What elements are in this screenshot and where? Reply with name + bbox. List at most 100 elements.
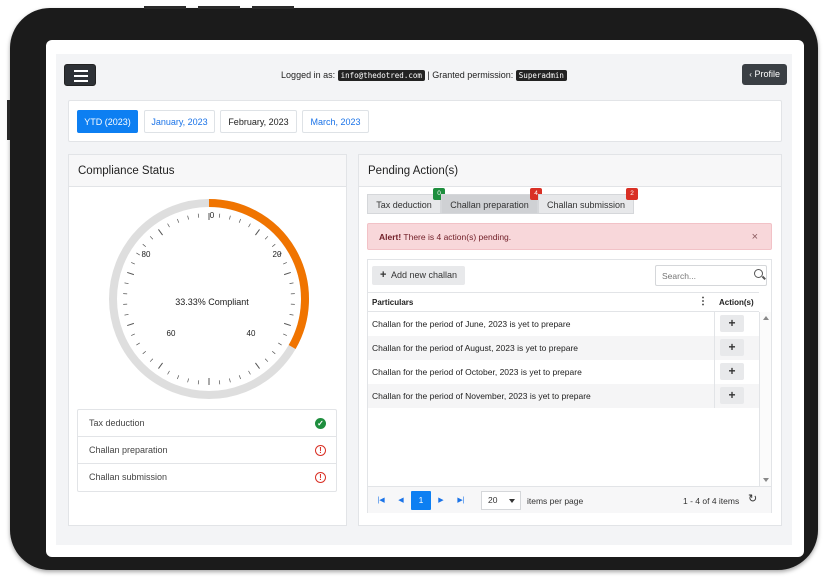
add-challan-button[interactable]: + Add new challan: [372, 266, 465, 285]
gauge-tick: [283, 333, 287, 336]
compliance-title: Compliance Status: [69, 155, 346, 187]
period-tab-january[interactable]: January, 2023: [144, 110, 215, 133]
table-row: Challan for the period of August, 2023 i…: [368, 336, 759, 360]
gauge-tick-label-60: 60: [167, 329, 176, 338]
tablet-frame: Logged in as: info@thedotred.com | Grant…: [7, 6, 818, 570]
gauge-tick: [136, 342, 140, 346]
gauge-tick-label-40: 40: [247, 329, 256, 338]
scroll-up-icon[interactable]: [763, 316, 769, 320]
refresh-icon[interactable]: ↻: [748, 493, 760, 505]
gauge-tick: [142, 243, 147, 248]
compliance-gauge: 80 0 20 40 60 33.33% Compliant: [109, 199, 309, 399]
gauge-tick: [264, 358, 269, 362]
status-item-challan-preparation: Challan preparation !: [78, 437, 336, 464]
close-icon[interactable]: ×: [752, 224, 758, 251]
status-item-tax-deduction: Tax deduction ✓: [78, 410, 336, 437]
gauge-tick: [248, 370, 251, 375]
login-info: Logged in as: info@thedotred.com | Grant…: [56, 70, 792, 81]
status-item-label: Challan preparation: [89, 445, 168, 455]
row-action-button[interactable]: +: [720, 339, 744, 356]
screen: Logged in as: info@thedotred.com | Grant…: [46, 40, 804, 557]
row-divider: [714, 384, 715, 408]
items-per-page-label: items per page: [527, 496, 584, 506]
items-range: 1 - 4 of 4 items: [683, 496, 740, 506]
page-number-button[interactable]: 1: [411, 491, 431, 510]
vertical-scrollbar[interactable]: [759, 312, 771, 486]
gauge-tick: [187, 378, 189, 383]
gauge-tick: [158, 362, 163, 369]
check-circle-icon: ✓: [315, 418, 326, 429]
caret-down-icon: [509, 499, 515, 503]
gauge-tick: [149, 358, 154, 362]
period-tab-february[interactable]: February, 2023: [220, 110, 297, 133]
pending-alert: Alert! There is 4 action(s) pending. ×: [367, 223, 772, 250]
column-header-particulars[interactable]: Particulars: [372, 298, 413, 307]
hardware-button-top-3: [252, 6, 294, 9]
row-action-button[interactable]: +: [720, 315, 744, 332]
status-item-label: Challan submission: [89, 472, 168, 482]
tab-tax-deduction[interactable]: Tax deduction 0: [367, 188, 445, 214]
gauge-tick: [264, 236, 269, 240]
row-divider: [714, 336, 715, 360]
previous-page-icon[interactable]: ◀: [391, 491, 411, 510]
gauge-tick: [177, 218, 180, 223]
gauge-tick: [238, 375, 241, 380]
row-particulars: Challan for the period of October, 2023 …: [372, 367, 582, 377]
info-circle-icon: !: [315, 445, 326, 456]
info-circle-icon: !: [315, 472, 326, 483]
gauge-tick-label-20: 20: [273, 250, 282, 259]
gauge-tick: [197, 213, 200, 218]
gauge-tick: [218, 380, 221, 385]
period-selector: YTD (2023) January, 2023 February, 2023 …: [68, 100, 782, 142]
gauge-tick: [255, 229, 260, 236]
table-row: Challan for the period of June, 2023 is …: [368, 312, 759, 336]
gauge-tick: [131, 333, 135, 336]
row-divider: [714, 312, 715, 336]
permission-value: Superadmin: [515, 70, 567, 81]
gauge-tick: [278, 342, 282, 346]
scroll-down-icon[interactable]: [763, 478, 769, 482]
column-menu-icon[interactable]: ⋮: [698, 296, 708, 307]
status-item-challan-submission: Challan submission !: [78, 464, 336, 491]
period-tab-ytd[interactable]: YTD (2023): [77, 110, 138, 133]
pending-actions-card: Pending Action(s) Tax deduction 0 Challa…: [358, 154, 782, 526]
profile-label: Profile: [754, 69, 780, 79]
logged-in-label: Logged in as:: [281, 70, 336, 80]
gauge-tick: [158, 229, 163, 236]
page-size-select[interactable]: 20: [481, 491, 521, 510]
row-particulars: Challan for the period of August, 2023 i…: [372, 343, 579, 353]
gauge-tick: [248, 223, 251, 228]
last-page-icon[interactable]: ▶|: [451, 491, 471, 510]
tab-label: Challan preparation: [450, 200, 529, 210]
next-page-icon[interactable]: ▶: [431, 491, 451, 510]
chevron-left-icon: ‹: [749, 70, 752, 79]
tab-label: Challan submission: [546, 200, 626, 210]
app-canvas: Logged in as: info@thedotred.com | Grant…: [56, 54, 792, 545]
tab-challan-submission[interactable]: Challan submission 2: [538, 188, 638, 214]
tab-challan-preparation[interactable]: Challan preparation 4: [441, 188, 542, 214]
row-action-button[interactable]: +: [720, 387, 744, 404]
gauge-tick: [177, 375, 180, 380]
hardware-button-side: [7, 100, 10, 140]
gauge-tick: [167, 370, 170, 375]
hamburger-icon: [74, 80, 88, 82]
add-challan-label: Add new challan: [390, 270, 457, 280]
first-page-icon[interactable]: |◀: [371, 491, 391, 510]
search-input[interactable]: [655, 265, 767, 286]
period-tab-march[interactable]: March, 2023: [302, 110, 369, 133]
gauge-tick: [187, 215, 189, 220]
gauge-tick: [229, 215, 231, 220]
status-item-label: Tax deduction: [89, 418, 145, 428]
gauge-tick: [283, 322, 291, 327]
tab-label: Tax deduction: [376, 200, 432, 210]
user-email: info@thedotred.com: [337, 70, 425, 81]
gauge-tick: [149, 236, 154, 240]
row-action-button[interactable]: +: [720, 363, 744, 380]
gauge-tick: [289, 314, 294, 316]
alert-strong: Alert!: [379, 232, 402, 242]
gauge-tick: [142, 350, 147, 355]
profile-button[interactable]: ‹ Profile: [742, 64, 787, 85]
gauge-tick-label-0: 0: [210, 211, 215, 220]
gauge-tick: [229, 378, 231, 383]
permission-label: | Granted permission:: [427, 70, 514, 80]
